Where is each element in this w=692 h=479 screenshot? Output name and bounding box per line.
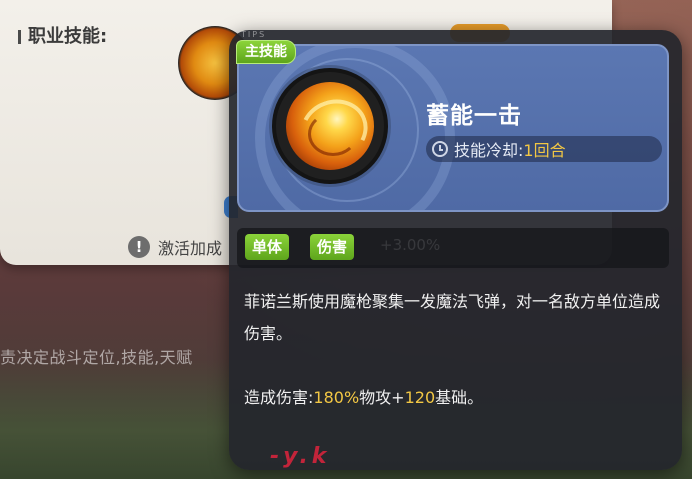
- tips-tag: TIPS: [241, 30, 267, 39]
- tag-single-target: 单体: [245, 234, 290, 260]
- cooldown-bar: 技能冷却: 1回合: [426, 136, 662, 162]
- damage-formula: 造成伤害:180%物攻+120基础。: [244, 384, 483, 408]
- skill-icon-frame: [272, 68, 388, 184]
- ghost-bonus-text: +3.00%: [380, 236, 441, 254]
- section-marker: [18, 30, 21, 44]
- skill-section-label: 职业技能:: [28, 26, 108, 47]
- main-skill-badge: 主技能: [236, 40, 296, 64]
- activate-bonus-row: ! 激活加成: [128, 234, 222, 260]
- swirl-decoration-inner: [308, 112, 358, 156]
- damage-prefix: 造成伤害:: [244, 388, 314, 407]
- damage-base: 120: [404, 388, 436, 407]
- tag-damage: 伤害: [310, 234, 355, 260]
- info-alert-icon: !: [128, 236, 150, 258]
- watermark: -y.k: [270, 444, 331, 469]
- fire-orb-skill-icon: [286, 82, 374, 170]
- activate-bonus-label: 激活加成: [158, 239, 223, 258]
- clock-icon: [432, 141, 448, 157]
- skill-description: 菲诺兰斯使用魔枪聚集一发魔法飞弹，对一名敌方单位造成伤害。: [244, 292, 661, 343]
- skill-tags-row: 单体 伤害: [237, 228, 669, 268]
- damage-mid: 物攻+: [359, 388, 405, 407]
- cooldown-value: 1回合: [523, 141, 566, 160]
- damage-suffix: 基础。: [435, 388, 484, 407]
- damage-percent: 180%: [313, 388, 360, 407]
- skill-name: 蓄能一击: [426, 103, 522, 129]
- cooldown-label: 技能冷却:: [454, 141, 524, 160]
